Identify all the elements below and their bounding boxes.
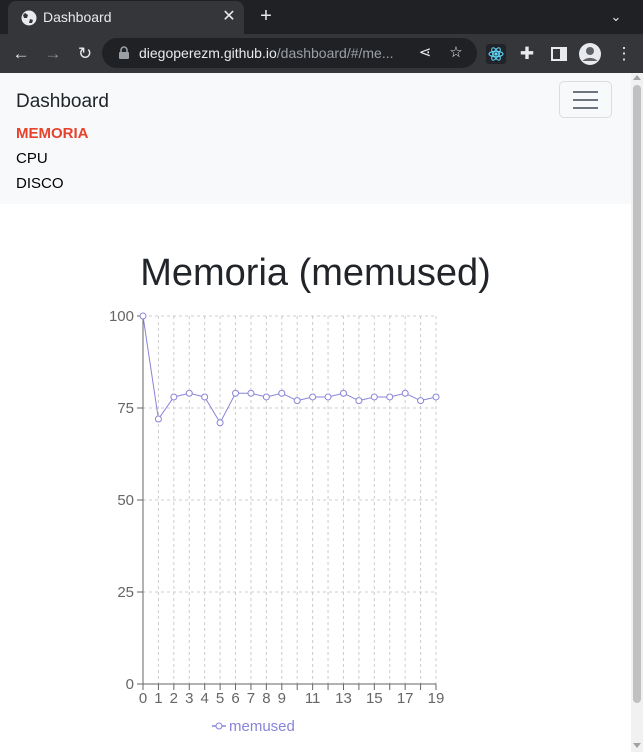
nav-link-cpu[interactable]: CPU [16,150,48,167]
memused-line-chart: 02550751000 1 2 3 4 5 6 7 8 9 11 13 15 17 19memused [109,308,445,735]
reload-icon[interactable]: ↻ [73,42,97,66]
chart-title: Memoria (memused) [140,252,491,294]
x-tick-label: 6 [231,690,239,707]
react-devtools-icon[interactable] [484,42,508,66]
data-point [417,397,425,405]
y-tick-label: 0 [126,676,134,693]
hamburger-bar [573,99,598,101]
x-tick-label: 1 [154,690,162,707]
nav-link-memoria[interactable]: MEMORIA [16,125,89,142]
more-menu-icon[interactable]: ⋮ [612,42,636,66]
data-point [278,389,286,397]
data-point [216,419,224,427]
globe-icon [21,10,37,26]
y-tick-label: 50 [117,492,134,509]
scroll-up-arrow-icon[interactable] [633,75,641,80]
tab-title: Dashboard [43,9,112,25]
data-point [154,415,162,423]
page-scrollbar[interactable] [631,73,643,752]
x-tick-label: 9 [278,690,286,707]
data-point [185,389,193,397]
extensions-puzzle-icon[interactable]: ✚ [515,42,539,66]
navbar-toggler-button[interactable] [559,81,612,118]
new-tab-icon[interactable]: + [255,5,277,27]
x-tick-label: 4 [201,690,209,707]
chevron-down-icon[interactable]: ⌄ [606,7,626,27]
close-tab-icon[interactable]: ✕ [219,7,239,27]
y-tick-label: 75 [117,400,134,417]
forward-icon[interactable]: → [41,42,65,66]
hamburger-icon [573,91,598,93]
data-point [293,397,301,405]
x-tick-label: 15 [366,690,383,707]
share-icon[interactable]: ⋖ [415,43,435,63]
data-point [401,389,409,397]
url-text: diegoperezm.github.io/dashboard/#/me... [139,45,394,61]
url-host: diegoperezm.github.io [139,45,277,61]
legend-marker-icon [215,722,223,730]
hamburger-bar [573,107,598,109]
legend-label: memused [229,718,295,735]
x-tick-label: 7 [247,690,255,707]
navbar-brand[interactable]: Dashboard [16,91,109,113]
data-point [170,393,178,401]
y-tick-label: 25 [117,584,134,601]
scrollbar-thumb[interactable] [633,85,641,703]
data-point [386,393,394,401]
browser-tab[interactable]: Dashboard ✕ [8,1,244,34]
data-point [232,389,240,397]
side-panel-icon[interactable] [547,42,571,66]
data-point [201,393,209,401]
data-point [309,393,317,401]
x-tick-label: 3 [185,690,193,707]
url-path: /dashboard/#/me... [276,45,394,61]
x-tick-label: 8 [262,690,270,707]
data-point [139,312,147,320]
back-icon[interactable]: ← [9,42,33,66]
profile-avatar-icon[interactable] [578,42,602,66]
x-tick-label: 5 [216,690,224,707]
page-navbar: Dashboard MEMORIA CPU DISCO [0,73,631,204]
data-point [339,389,347,397]
x-tick-label: 2 [170,690,178,707]
x-tick-label: 13 [335,690,352,707]
nav-link-disco[interactable]: DISCO [16,175,64,192]
series-line-memused [142,315,437,424]
address-bar[interactable]: diegoperezm.github.io/dashboard/#/me... … [102,38,477,68]
x-tick-label: 11 [305,690,321,707]
x-tick-label: 17 [397,690,414,707]
data-point [262,393,270,401]
bookmark-star-icon[interactable]: ☆ [446,43,466,63]
x-tick-label: 19 [428,690,445,707]
y-tick-label: 100 [109,308,134,325]
tab-strip: Dashboard ✕ + ⌄ [0,0,643,34]
scroll-down-arrow-icon[interactable] [633,743,641,748]
browser-toolbar: ← → ↻ diegoperezm.github.io/dashboard/#/… [0,34,643,73]
lock-icon [119,46,129,59]
data-point [247,389,255,397]
data-point [355,397,363,405]
data-point [324,393,332,401]
data-point [370,393,378,401]
x-tick-label: 0 [139,690,147,707]
data-point [432,393,440,401]
